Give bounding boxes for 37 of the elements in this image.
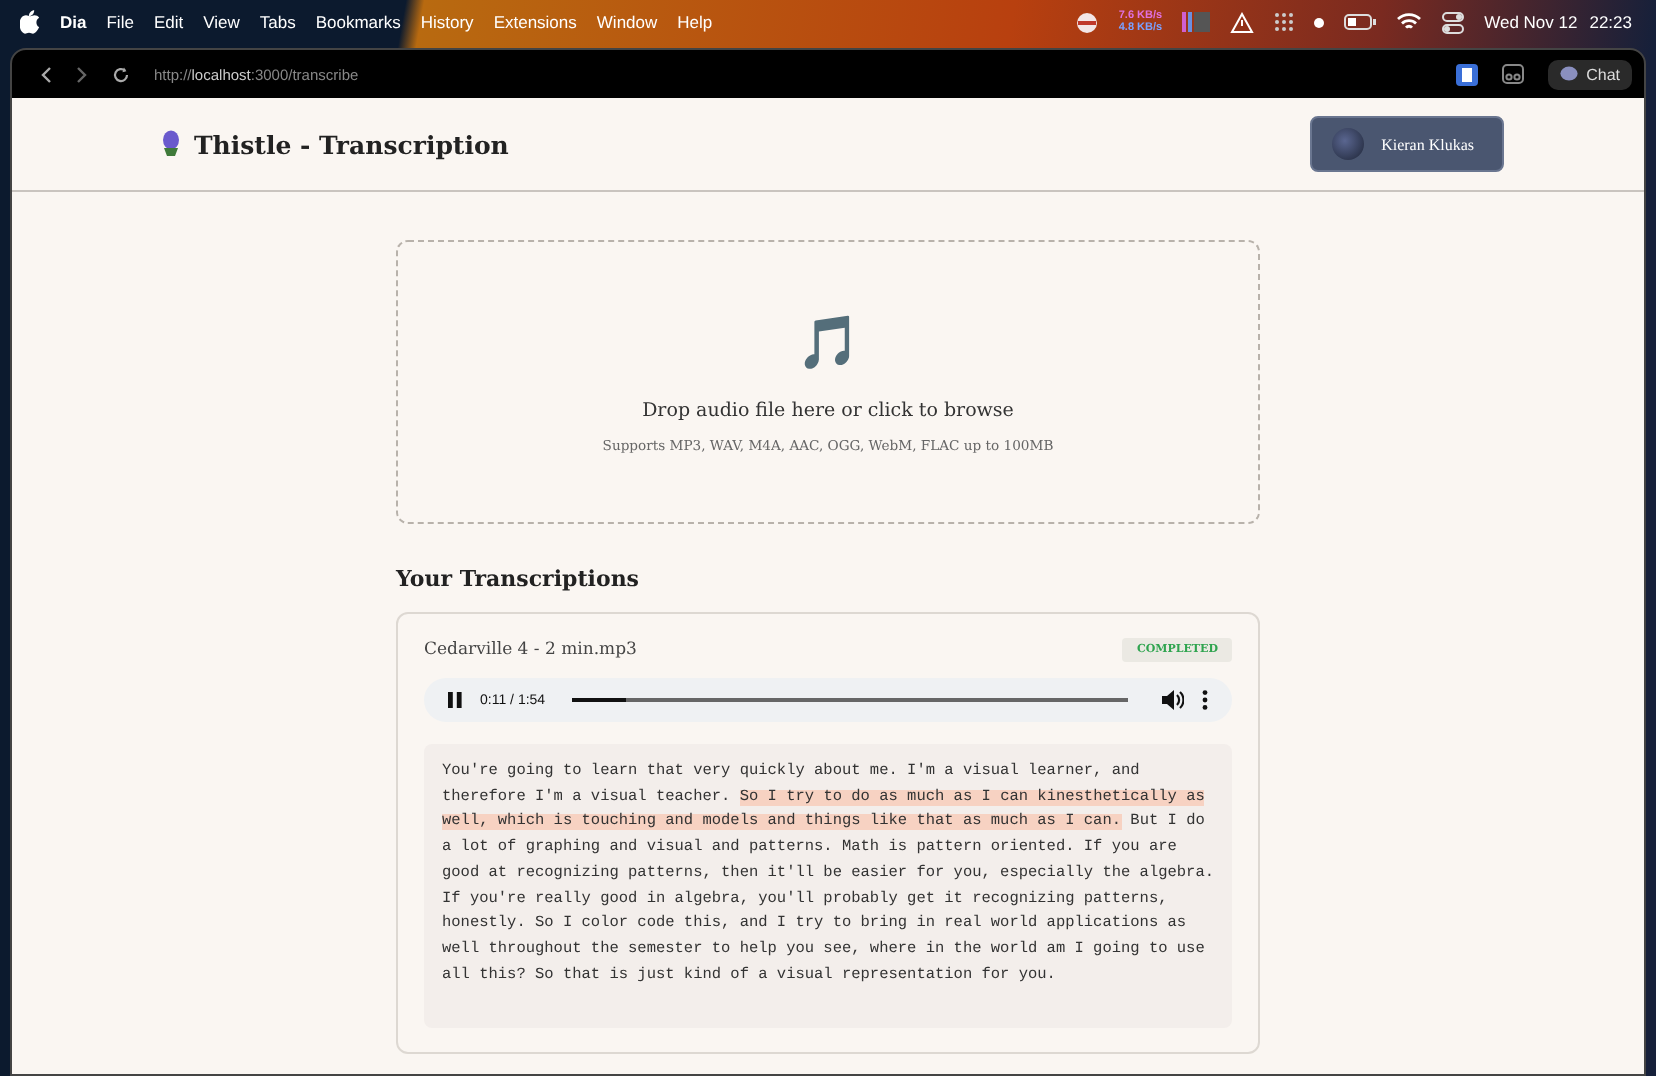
menu-item[interactable]: View: [203, 12, 240, 32]
status-circle-icon[interactable]: [1076, 11, 1099, 33]
back-icon[interactable]: [40, 65, 52, 83]
chat-button[interactable]: Chat: [1548, 59, 1632, 89]
reader-icon[interactable]: [1502, 64, 1525, 84]
app-name-menu[interactable]: Dia: [60, 12, 87, 32]
menu-bar-date[interactable]: Wed Nov 12: [1484, 12, 1578, 32]
chat-bubble-icon: [1560, 66, 1579, 82]
apple-logo-icon[interactable]: [20, 10, 40, 34]
music-note-icon: 🎵: [796, 311, 860, 375]
thistle-flower-icon: [162, 130, 180, 158]
menu-item[interactable]: Tabs: [259, 12, 296, 32]
forward-icon[interactable]: [76, 65, 88, 83]
grid-dots-icon[interactable]: [1274, 12, 1295, 32]
drop-prompt: Drop audio file here or click to browse: [642, 399, 1014, 421]
reload-icon[interactable]: [112, 65, 130, 83]
extension-icon[interactable]: [1456, 63, 1479, 85]
user-menu-button[interactable]: Kieran Klukas: [1309, 116, 1504, 172]
menu-item[interactable]: Extensions: [493, 12, 577, 32]
file-name: Cedarville 4 - 2 min.mp3: [424, 640, 637, 660]
menu-item[interactable]: Help: [677, 12, 713, 32]
more-options-icon[interactable]: [1202, 690, 1208, 710]
menu-item[interactable]: Edit: [153, 12, 184, 32]
app-title: Thistle - Transcription: [194, 129, 509, 159]
battery-icon[interactable]: [1344, 14, 1377, 30]
volume-icon[interactable]: [1162, 690, 1184, 710]
control-center-icon[interactable]: [1442, 11, 1465, 33]
section-heading: Your Transcriptions: [396, 566, 640, 592]
menu-item[interactable]: File: [106, 12, 134, 32]
warning-icon[interactable]: [1230, 11, 1255, 33]
pause-icon[interactable]: [448, 692, 462, 708]
wifi-icon[interactable]: [1396, 12, 1423, 32]
dot-icon[interactable]: [1314, 17, 1325, 27]
menu-item[interactable]: History: [420, 12, 474, 32]
menu-bar-time[interactable]: 22:23: [1589, 12, 1632, 32]
menu-item[interactable]: Window: [596, 12, 658, 32]
menu-item[interactable]: Bookmarks: [315, 12, 401, 32]
